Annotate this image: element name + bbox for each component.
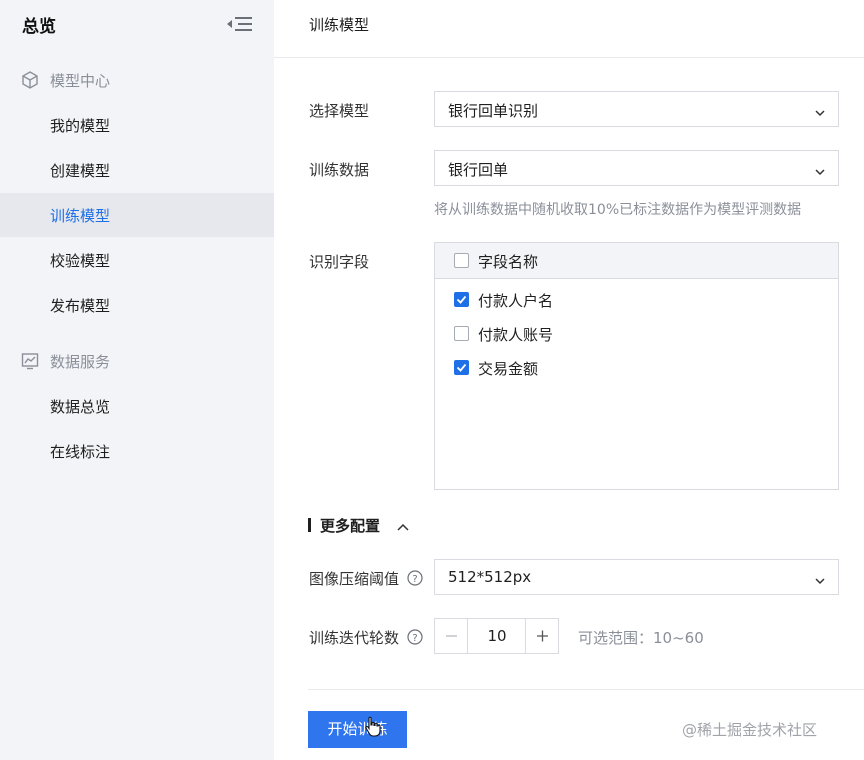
sidebar-header: 总览 xyxy=(0,0,274,48)
more-config-title: 更多配置 xyxy=(320,517,381,535)
fields-table-header: 字段名称 xyxy=(435,243,838,279)
training-data-select[interactable]: 银行回单 xyxy=(434,150,839,186)
svg-text:?: ? xyxy=(412,574,417,585)
compression-select[interactable]: 512*512px xyxy=(434,559,839,595)
sidebar-group-data-service: 数据服务 xyxy=(0,343,274,379)
collapse-menu-icon[interactable] xyxy=(224,12,256,36)
epochs-value[interactable]: 10 xyxy=(469,619,525,653)
section-marker xyxy=(308,518,311,532)
sidebar-title: 总览 xyxy=(22,17,56,37)
cube-icon xyxy=(20,70,40,90)
fields-table: 字段名称 付款人户名 付款人账号 交易金额 xyxy=(434,242,839,490)
sidebar-item-online-annotation[interactable]: 在线标注 xyxy=(0,429,274,473)
field-name: 付款人户名 xyxy=(478,292,554,310)
sidebar: 总览 模型中心 我的模型 创建模型 训练模型 校验模型 发布模型 数据服务 数据… xyxy=(0,0,274,760)
footer-divider xyxy=(308,689,864,690)
compression-label: 图像压缩阈值 xyxy=(309,570,400,588)
header-divider xyxy=(274,57,864,58)
sidebar-item-data-overview[interactable]: 数据总览 xyxy=(0,384,274,428)
field-checkbox[interactable] xyxy=(454,360,469,375)
epochs-label: 训练迭代轮数 xyxy=(309,629,400,647)
sidebar-item-publish-model[interactable]: 发布模型 xyxy=(0,283,274,327)
sidebar-item-label: 训练模型 xyxy=(50,207,111,225)
chevron-down-icon xyxy=(814,163,826,176)
sidebar-item-label: 发布模型 xyxy=(50,297,111,315)
sidebar-item-label: 校验模型 xyxy=(50,252,111,270)
field-checkbox[interactable] xyxy=(454,326,469,341)
epochs-stepper: 10 xyxy=(434,618,559,654)
field-name: 付款人账号 xyxy=(478,326,554,344)
main-panel: 训练模型 选择模型 银行回单识别 训练数据 银行回单 将从训练数据中随机收取10… xyxy=(274,0,864,760)
select-all-checkbox[interactable] xyxy=(454,253,469,268)
training-data-value: 银行回单 xyxy=(448,161,509,179)
model-select-value: 银行回单识别 xyxy=(448,102,539,120)
sidebar-item-label: 数据总览 xyxy=(50,398,111,416)
sidebar-item-label: 创建模型 xyxy=(50,162,111,180)
decrement-button[interactable] xyxy=(435,619,468,653)
sidebar-group-model-center: 模型中心 xyxy=(0,62,274,98)
sidebar-group-label: 数据服务 xyxy=(50,353,111,371)
sidebar-item-train-model[interactable]: 训练模型 xyxy=(0,193,274,237)
chevron-down-icon xyxy=(814,104,826,117)
chevron-down-icon xyxy=(814,572,826,585)
page-title: 训练模型 xyxy=(309,16,370,34)
help-icon[interactable]: ? xyxy=(407,570,423,586)
start-training-button[interactable]: 开始训练 xyxy=(308,711,407,748)
field-checkbox[interactable] xyxy=(454,292,469,307)
epochs-range: 可选范围：10~60 xyxy=(578,629,704,647)
chevron-up-icon[interactable] xyxy=(396,518,410,531)
fields-label: 识别字段 xyxy=(309,253,370,271)
fields-header-label: 字段名称 xyxy=(478,253,539,271)
svg-text:?: ? xyxy=(412,633,417,644)
sidebar-item-label: 我的模型 xyxy=(50,117,111,135)
training-data-hint: 将从训练数据中随机收取10%已标注数据作为模型评测数据 xyxy=(434,202,802,218)
chart-icon xyxy=(20,351,40,371)
model-label: 选择模型 xyxy=(309,102,370,120)
increment-button[interactable] xyxy=(525,619,558,653)
sidebar-item-create-model[interactable]: 创建模型 xyxy=(0,148,274,192)
sidebar-item-validate-model[interactable]: 校验模型 xyxy=(0,238,274,282)
hand-cursor-icon xyxy=(364,716,382,738)
help-icon[interactable]: ? xyxy=(407,629,423,645)
sidebar-item-label: 在线标注 xyxy=(50,443,111,461)
field-name: 交易金额 xyxy=(478,360,539,378)
compression-value: 512*512px xyxy=(448,568,532,586)
training-data-label: 训练数据 xyxy=(309,161,370,179)
model-select[interactable]: 银行回单识别 xyxy=(434,91,839,127)
sidebar-item-my-models[interactable]: 我的模型 xyxy=(0,103,274,147)
sidebar-group-label: 模型中心 xyxy=(50,72,111,90)
watermark: @稀土掘金技术社区 xyxy=(682,721,818,739)
